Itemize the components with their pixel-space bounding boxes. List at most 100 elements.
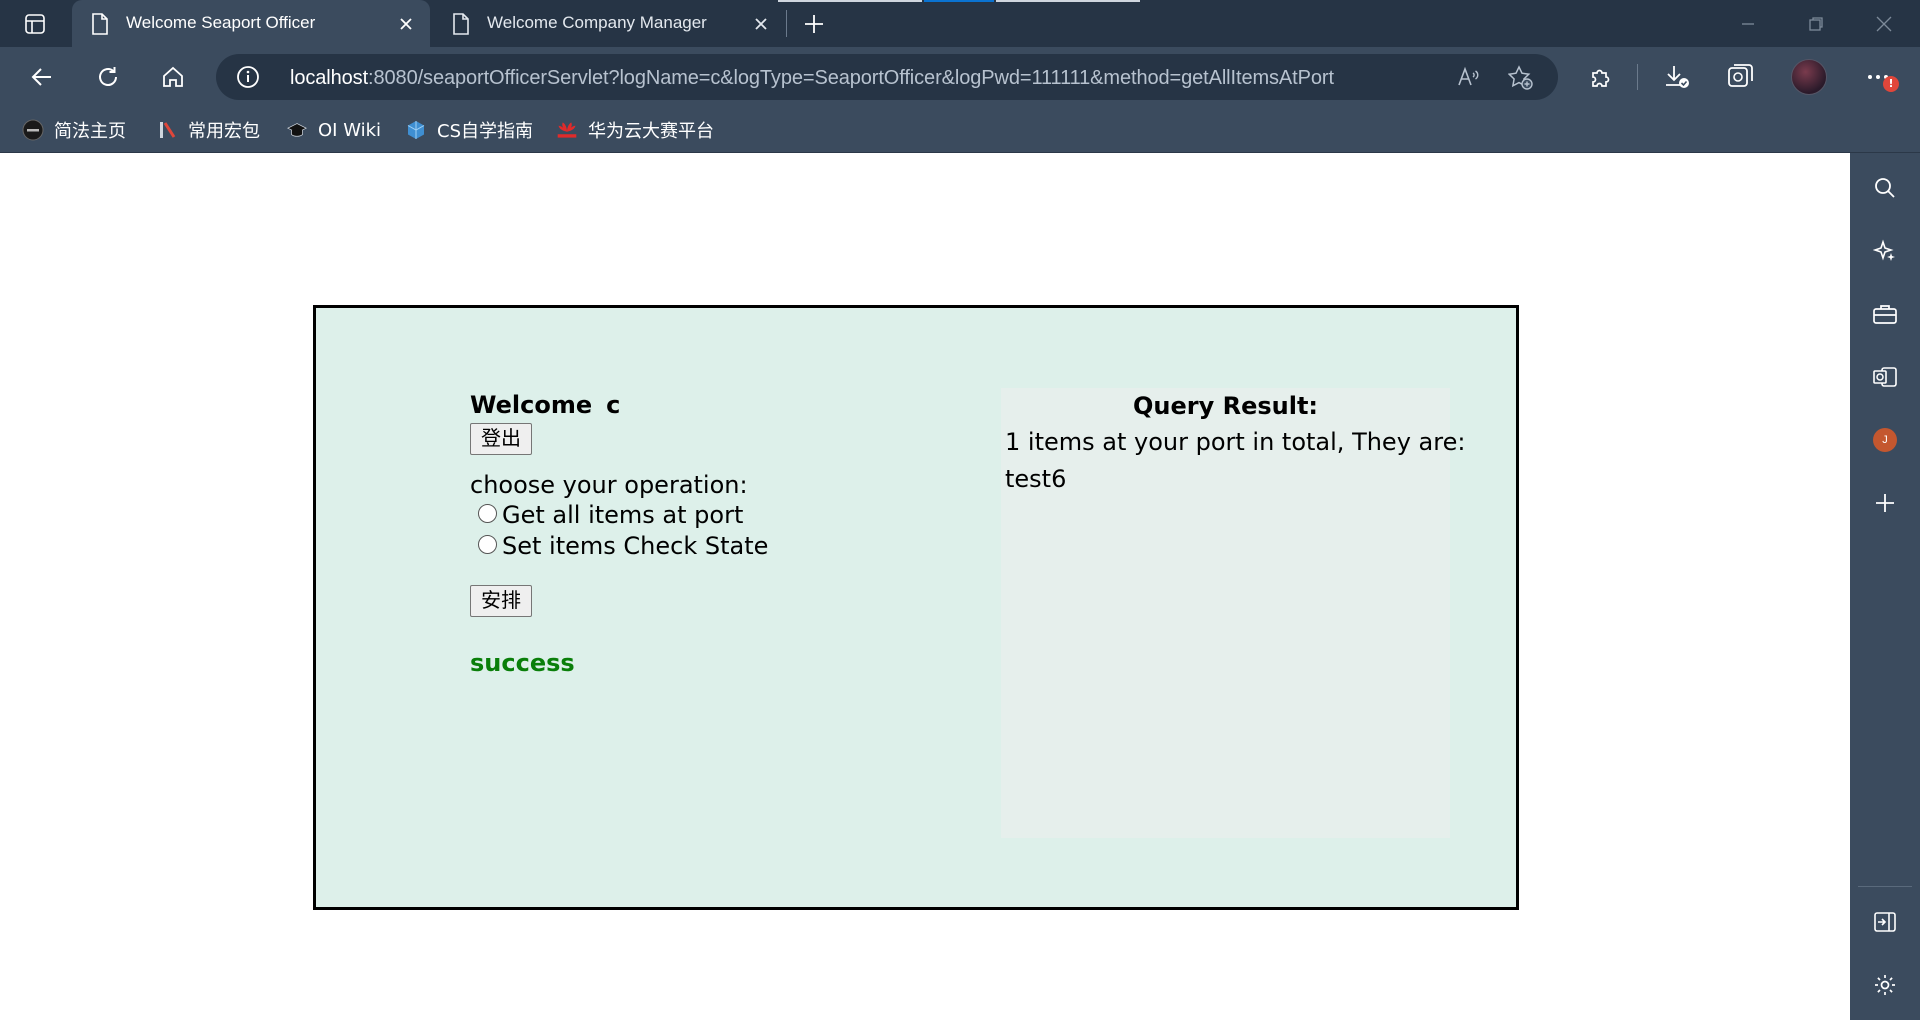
puzzle-icon: [1592, 69, 1610, 87]
search-icon: [1875, 178, 1895, 198]
read-aloud-icon[interactable]: [1456, 65, 1480, 93]
download-icon: [1666, 66, 1689, 88]
logout-button[interactable]: 登出: [470, 423, 532, 455]
arrow-left-icon: [31, 68, 51, 86]
status-message: success: [470, 649, 575, 677]
query-summary: 1 items at your port in total, They are:: [1005, 428, 1466, 456]
outlook-icon: [1873, 367, 1897, 387]
radio-button[interactable]: [478, 504, 497, 523]
favorite-label: 简法主页: [54, 121, 126, 142]
query-result-title: Query Result:: [1132, 392, 1319, 420]
loading-strip-right: [996, 0, 1140, 2]
close-icon: [1876, 16, 1892, 31]
sidebar-divider: [1858, 886, 1912, 887]
tab-separator: [786, 10, 787, 37]
toolbox-icon: [1873, 305, 1897, 324]
refresh-icon: [99, 67, 117, 86]
dark-circle-icon: [22, 119, 44, 141]
favorite-label: 常用宏包: [188, 121, 260, 142]
sidebar-tools-button[interactable]: [1865, 294, 1905, 334]
restore-icon: [1809, 16, 1823, 31]
toolbar-divider: [1637, 64, 1638, 90]
page-viewport: Welcome c 登出 choose your operation: Get a…: [0, 153, 1850, 1020]
minimize-button[interactable]: [1718, 0, 1778, 47]
sidebar-add-button[interactable]: [1865, 483, 1905, 523]
tab-panel-icon: [25, 14, 45, 34]
operation-column: Welcome c 登出 choose your operation: Get a…: [470, 391, 950, 677]
favorite-item[interactable]: OI Wiki: [286, 115, 381, 145]
url-text[interactable]: localhost:8080/seaportOfficerServlet?log…: [290, 67, 1334, 90]
cube-icon: [405, 119, 427, 141]
huawei-icon: [556, 119, 578, 141]
tab-title: Welcome Seaport Officer: [126, 13, 316, 32]
favorite-label: OI Wiki: [318, 119, 382, 141]
plus-icon: [1876, 494, 1894, 512]
close-tab-icon[interactable]: [394, 12, 418, 36]
collections-icon: [1728, 64, 1753, 87]
favorite-label: 华为云大赛平台: [588, 121, 714, 142]
option-label: Set items Check State: [502, 531, 769, 560]
sidebar-profile-button[interactable]: J: [1865, 420, 1905, 460]
favorite-label: CS自学指南: [437, 121, 533, 142]
option-get-all-items[interactable]: Get all items at port: [478, 499, 950, 530]
favorites-bar: 简法主页 常用宏包 OI Wiki CS自学指南 华为云大赛平台: [0, 107, 1920, 153]
sidebar-settings-button[interactable]: [1865, 965, 1905, 1005]
loading-strip-left: [778, 0, 922, 2]
extensions-button[interactable]: [1581, 57, 1621, 97]
sidebar-collapse-button[interactable]: [1865, 902, 1905, 942]
sidebar-copilot-button[interactable]: [1865, 231, 1905, 271]
favorite-item[interactable]: 常用宏包: [156, 115, 260, 145]
notification-badge: !: [1883, 76, 1899, 92]
radio-button[interactable]: [478, 535, 497, 554]
gear-icon: [1875, 975, 1895, 995]
plus-icon: [805, 15, 823, 33]
favorite-item[interactable]: 华为云大赛平台: [556, 115, 714, 145]
close-tab-icon[interactable]: [749, 12, 773, 36]
collections-button[interactable]: [1720, 57, 1760, 97]
option-label: Get all items at port: [502, 500, 744, 529]
refresh-button[interactable]: [88, 57, 128, 97]
minimize-icon: [1742, 22, 1754, 25]
option-set-check-state[interactable]: Set items Check State: [478, 530, 950, 561]
sidebar-search-button[interactable]: [1865, 168, 1905, 208]
info-icon[interactable]: [236, 65, 260, 93]
home-icon: [163, 66, 183, 87]
tab-welcome-company-manager[interactable]: Welcome Company Manager: [433, 0, 785, 47]
restore-button[interactable]: [1786, 0, 1846, 47]
browser-title-bar: Welcome Seaport Officer Welcome Company …: [0, 0, 1920, 47]
url-path: :8080/seaportOfficerServlet?logName=c&lo…: [368, 67, 1334, 89]
username: c: [606, 391, 621, 419]
welcome-label: Welcome: [470, 391, 593, 419]
query-item: test6: [1005, 465, 1067, 493]
downloads-button[interactable]: [1657, 57, 1697, 97]
tab-welcome-seaport-officer[interactable]: Welcome Seaport Officer: [72, 0, 430, 47]
welcome-heading: Welcome c: [470, 391, 950, 423]
loading-strip-accent: [924, 0, 994, 2]
query-result-box: Query Result: 1 items at your port in to…: [1001, 388, 1466, 838]
close-window-button[interactable]: [1854, 0, 1914, 47]
macro-icon: [156, 119, 178, 141]
back-button[interactable]: [22, 57, 62, 97]
operation-prompt: choose your operation:: [470, 471, 748, 499]
graduation-cap-icon: [286, 119, 308, 141]
panel-exit-icon: [1874, 912, 1896, 932]
home-button[interactable]: [153, 57, 193, 97]
edge-sidebar: J: [1850, 153, 1920, 1020]
page-icon: [451, 12, 471, 41]
profile-avatar[interactable]: [1791, 59, 1827, 95]
url-host: localhost: [290, 67, 369, 89]
favorite-item[interactable]: 简法主页: [22, 115, 126, 145]
sparkle-icon: [1873, 239, 1895, 261]
browser-toolbar: localhost:8080/seaportOfficerServlet?log…: [0, 47, 1920, 107]
sidebar-outlook-button[interactable]: [1865, 357, 1905, 397]
tab-title: Welcome Company Manager: [487, 13, 707, 32]
profile-avatar-small: J: [1873, 428, 1897, 452]
tab-actions-menu-button[interactable]: [16, 8, 54, 40]
favorite-item[interactable]: CS自学指南: [405, 115, 533, 145]
arrange-button[interactable]: 安排: [470, 585, 532, 617]
officer-panel: Welcome c 登出 choose your operation: Get a…: [313, 305, 1519, 910]
new-tab-button[interactable]: [795, 8, 833, 40]
add-favorite-icon[interactable]: [1507, 65, 1534, 95]
address-bar[interactable]: localhost:8080/seaportOfficerServlet?log…: [216, 54, 1558, 100]
page-icon: [90, 12, 110, 41]
